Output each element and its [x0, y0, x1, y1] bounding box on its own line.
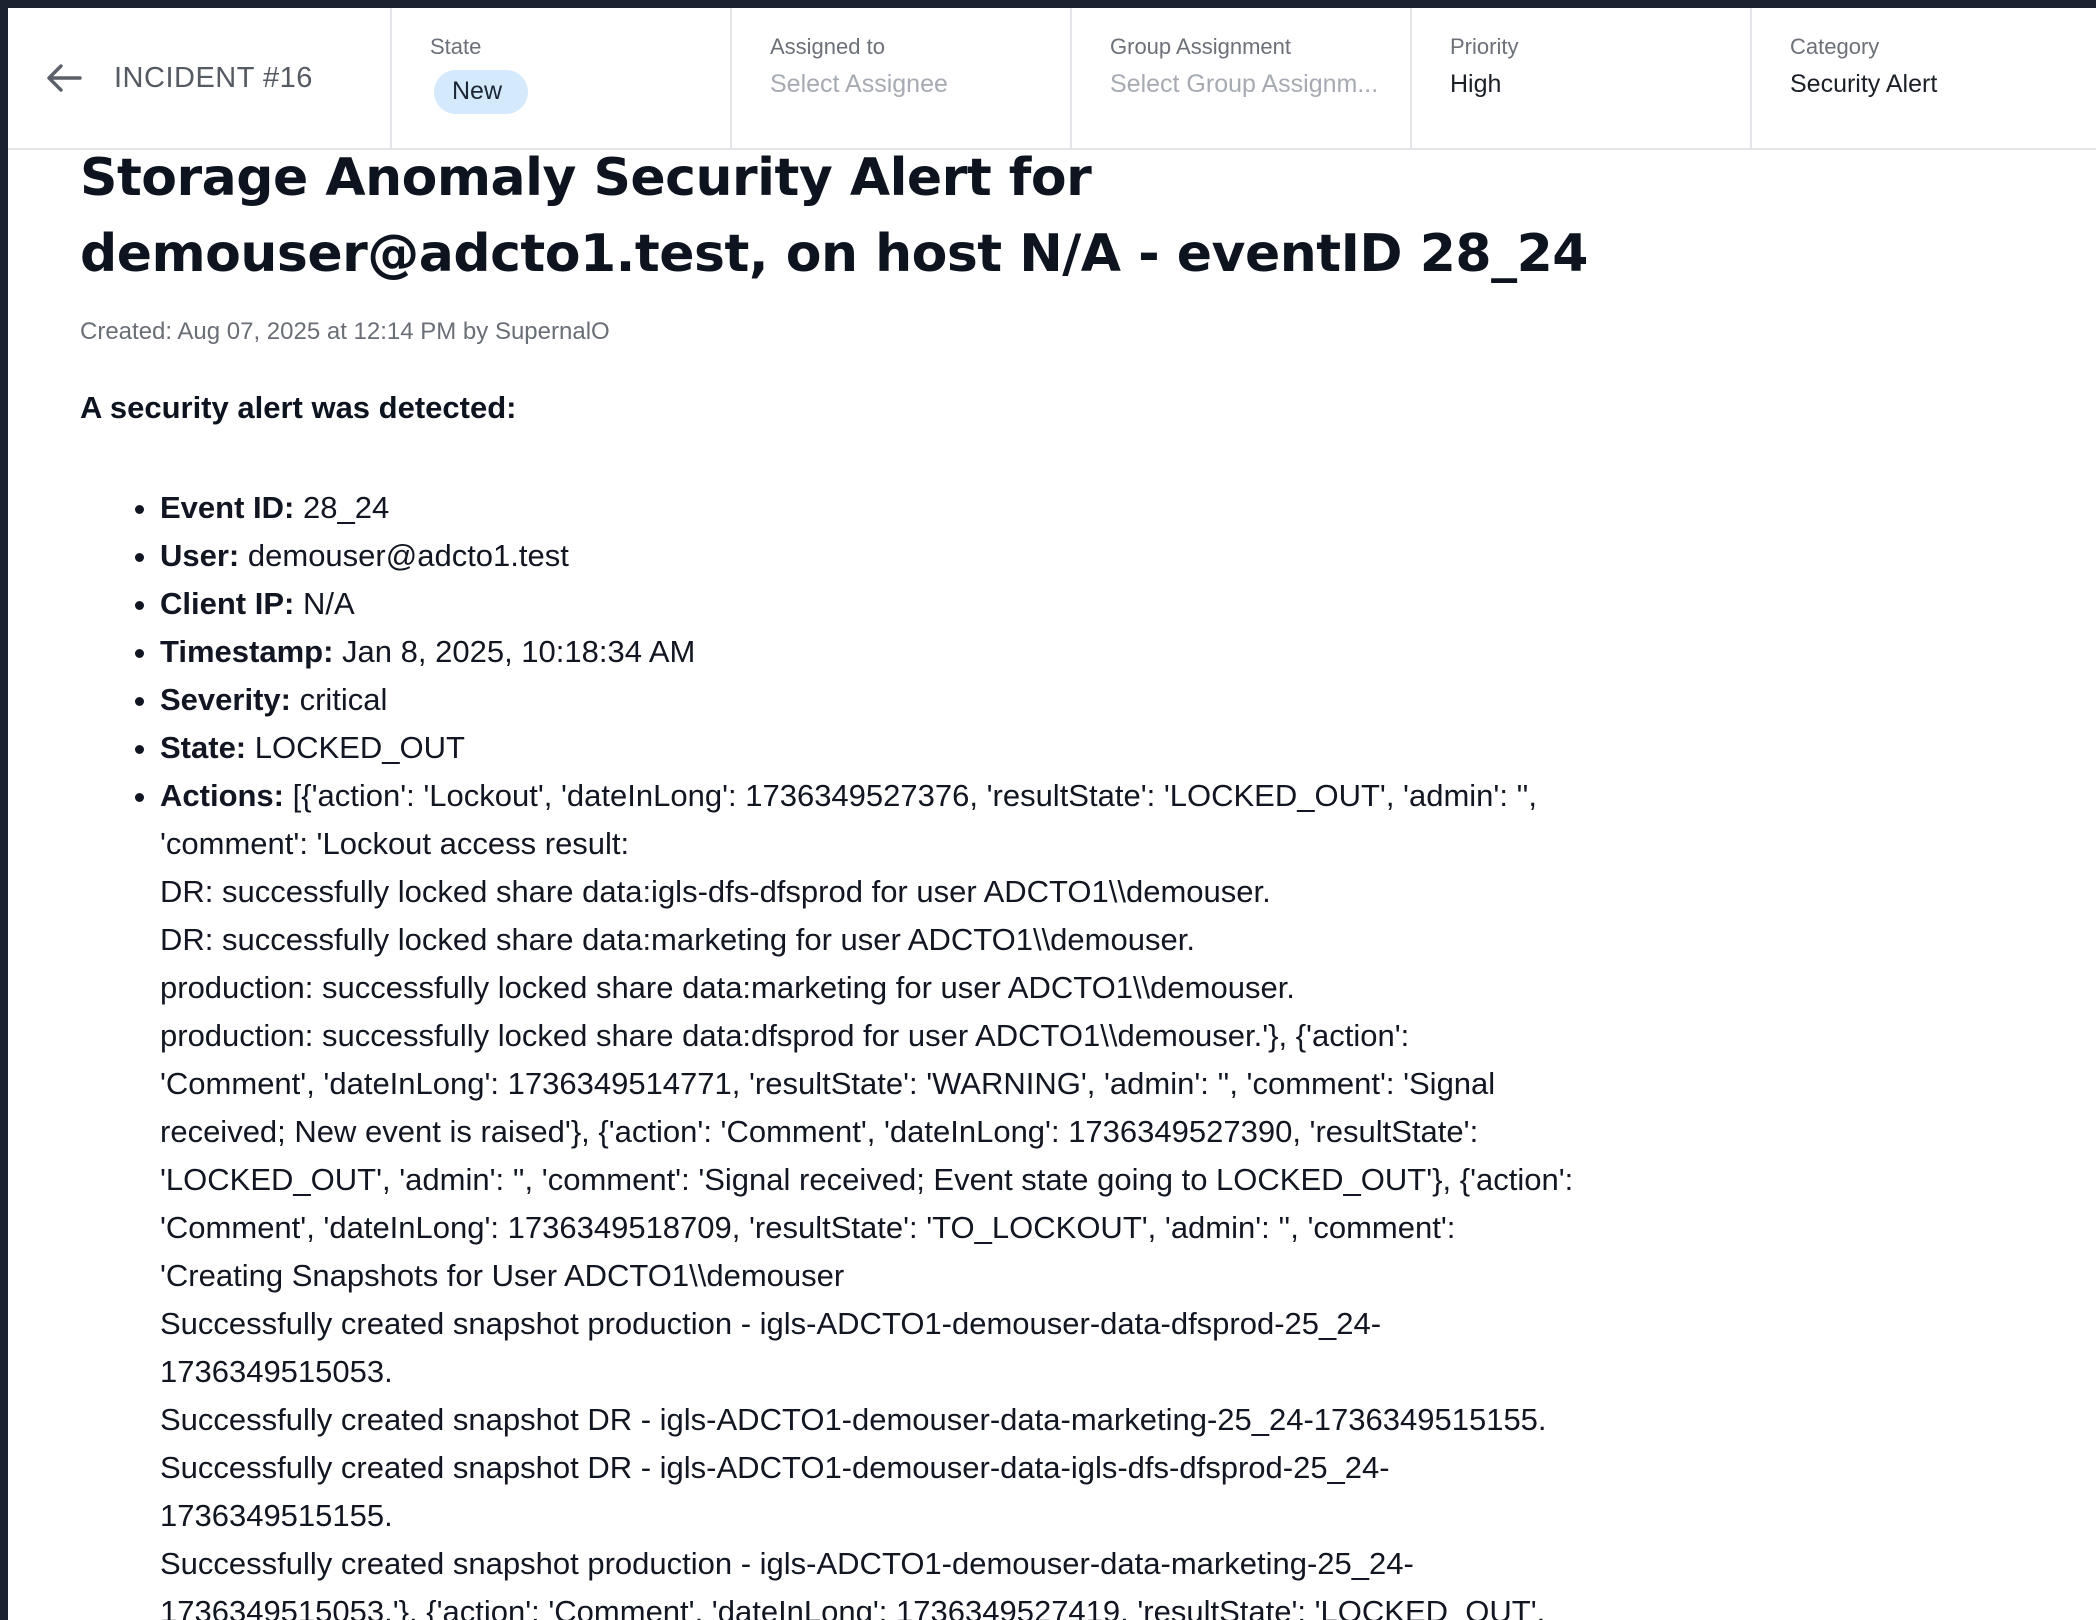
category-label: Category — [1790, 34, 1880, 59]
actions-line: 1736349515053. — [160, 1354, 393, 1389]
actions-line: Successfully created snapshot production… — [160, 1306, 1382, 1341]
group-assignment-select[interactable]: Select Group Assignm... — [1110, 70, 1380, 99]
actions-line: received; New event is raised'}, {'actio… — [160, 1114, 1479, 1149]
category-select[interactable]: Security Alert — [1790, 70, 2060, 99]
page-title: Storage Anomaly Security Alert for demou… — [80, 140, 1680, 292]
detail-value: Jan 8, 2025, 10:18:34 AM — [342, 634, 696, 669]
detail-value: LOCKED_OUT — [254, 730, 465, 765]
title-line-2: demouser@adcto1.test, on host N/A - even… — [80, 224, 1588, 284]
actions-line: Successfully created snapshot DR - igls-… — [160, 1402, 1547, 1437]
incident-page: INCIDENT #16 State New Assigned to Selec… — [8, 8, 2096, 1620]
state-field[interactable]: State New — [392, 8, 732, 148]
arrow-left-icon[interactable] — [44, 58, 84, 98]
detail-key: State: — [160, 730, 247, 765]
detail-item: State: LOCKED_OUT — [160, 724, 1680, 772]
actions-line: 'Comment', 'dateInLong': 1736349518709, … — [160, 1210, 1456, 1245]
detail-value: demouser@adcto1.test — [247, 538, 569, 573]
incident-header-bar: INCIDENT #16 State New Assigned to Selec… — [8, 8, 2096, 150]
detail-item: Severity: critical — [160, 676, 1680, 724]
assignee-select[interactable]: Select Assignee — [770, 70, 1040, 99]
detail-key: Actions: — [160, 778, 284, 813]
actions-line: production: successfully locked share da… — [160, 970, 1295, 1005]
group-assignment-field[interactable]: Group Assignment Select Group Assignm... — [1072, 8, 1412, 148]
created-meta: Created: Aug 07, 2025 at 12:14 PM by Sup… — [80, 318, 610, 345]
group-assignment-label: Group Assignment — [1110, 34, 1291, 59]
alert-heading: A security alert was detected: — [80, 390, 517, 425]
assigned-to-label: Assigned to — [770, 34, 885, 59]
detail-item: Timestamp: Jan 8, 2025, 10:18:34 AM — [160, 628, 1680, 676]
alert-details-list: Event ID: 28_24 User: demouser@adcto1.te… — [80, 484, 1680, 1620]
detail-item-actions: Actions: [{'action': 'Lockout', 'dateInL… — [160, 772, 1680, 1620]
incident-number: INCIDENT #16 — [114, 61, 313, 94]
detail-item: Event ID: 28_24 — [160, 484, 1680, 532]
detail-key: User: — [160, 538, 240, 573]
priority-field[interactable]: Priority High — [1412, 8, 1752, 148]
category-field[interactable]: Category Security Alert — [1752, 8, 2096, 148]
detail-value: critical — [299, 682, 388, 717]
detail-key: Event ID: — [160, 490, 295, 525]
detail-key: Severity: — [160, 682, 291, 717]
actions-line: Successfully created snapshot production… — [160, 1546, 1414, 1581]
detail-key: Timestamp: — [160, 634, 334, 669]
state-badge[interactable]: New — [434, 70, 529, 115]
state-label: State — [430, 34, 482, 59]
priority-select[interactable]: High — [1450, 70, 1720, 99]
detail-key: Client IP: — [160, 586, 295, 621]
actions-line: 'Comment', 'dateInLong': 1736349514771, … — [160, 1066, 1496, 1101]
actions-line: 'comment': 'Lockout access result: — [160, 826, 630, 861]
actions-line: 1736349515053.'}, {'action': 'Comment', … — [160, 1594, 1546, 1620]
actions-line: 'LOCKED_OUT', 'admin': '', 'comment': 'S… — [160, 1162, 1574, 1197]
detail-item: User: demouser@adcto1.test — [160, 532, 1680, 580]
detail-value: 28_24 — [302, 490, 390, 525]
assigned-to-field[interactable]: Assigned to Select Assignee — [732, 8, 1072, 148]
actions-line: DR: successfully locked share data:marke… — [160, 922, 1195, 957]
actions-line: 'Creating Snapshots for User ADCTO1\\dem… — [160, 1258, 845, 1293]
incident-identity: INCIDENT #16 — [8, 8, 392, 148]
priority-label: Priority — [1450, 34, 1519, 59]
title-line-1: Storage Anomaly Security Alert for — [80, 148, 1092, 208]
incident-body: Storage Anomaly Security Alert for demou… — [80, 148, 1680, 1620]
actions-line: DR: successfully locked share data:igls-… — [160, 874, 1271, 909]
actions-line: [{'action': 'Lockout', 'dateInLong': 173… — [292, 778, 1537, 813]
actions-line: production: successfully locked share da… — [160, 1018, 1410, 1053]
detail-item: Client IP: N/A — [160, 580, 1680, 628]
detail-value: N/A — [302, 586, 355, 621]
actions-line: 1736349515155. — [160, 1498, 393, 1533]
actions-line: Successfully created snapshot DR - igls-… — [160, 1450, 1390, 1485]
